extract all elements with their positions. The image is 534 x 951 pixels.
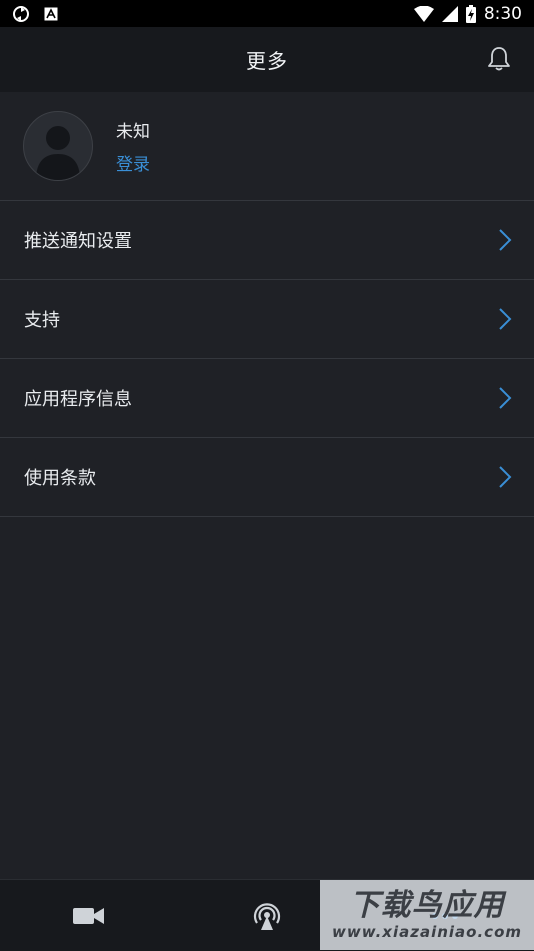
- notifications-button[interactable]: [484, 44, 514, 74]
- menu-item-label: 支持: [24, 310, 60, 331]
- nav-video-button[interactable]: [0, 880, 178, 951]
- signal-icon: [441, 5, 458, 22]
- status-bar: 8:30: [0, 0, 534, 27]
- wifi-icon: [413, 5, 434, 22]
- login-link[interactable]: 登录: [116, 150, 150, 175]
- chevron-right-icon: [498, 228, 512, 252]
- watermark-title: 下载鸟应用: [349, 888, 505, 923]
- video-camera-icon: [73, 907, 104, 924]
- status-time: 8:30: [483, 3, 522, 24]
- menu-item-support[interactable]: 支持: [0, 280, 534, 359]
- profile-text: 未知 登录: [116, 117, 150, 175]
- profile-section[interactable]: 未知 登录: [0, 92, 534, 201]
- chevron-right-icon: [498, 307, 512, 331]
- chevron-right-icon: [498, 465, 512, 489]
- watermark-url: www.xiazainiao.com: [331, 923, 523, 941]
- menu-item-app-info[interactable]: 应用程序信息: [0, 359, 534, 438]
- profile-name: 未知: [116, 122, 150, 142]
- menu-item-push-notifications[interactable]: 推送通知设置: [0, 201, 534, 280]
- status-left-icons: [12, 5, 58, 23]
- page-title: 更多: [246, 49, 288, 73]
- app-header: 更多: [0, 27, 534, 92]
- broadcast-icon: [253, 902, 281, 930]
- bell-icon: [488, 47, 510, 71]
- menu-item-terms-of-use[interactable]: 使用条款: [0, 438, 534, 517]
- text-a-icon: [44, 7, 58, 21]
- battery-charging-icon: [465, 4, 476, 23]
- settings-menu: 推送通知设置 支持 应用程序信息 使用条款: [0, 201, 534, 517]
- user-silhouette-icon: [36, 126, 80, 180]
- menu-item-label: 推送通知设置: [24, 231, 132, 252]
- sync-icon: [12, 5, 30, 23]
- status-right-icons: 8:30: [413, 3, 522, 24]
- chevron-right-icon: [498, 386, 512, 410]
- menu-item-label: 使用条款: [24, 468, 96, 489]
- avatar[interactable]: [23, 111, 93, 181]
- menu-item-label: 应用程序信息: [24, 389, 132, 410]
- watermark: 下载鸟应用 www.xiazainiao.com: [320, 880, 534, 950]
